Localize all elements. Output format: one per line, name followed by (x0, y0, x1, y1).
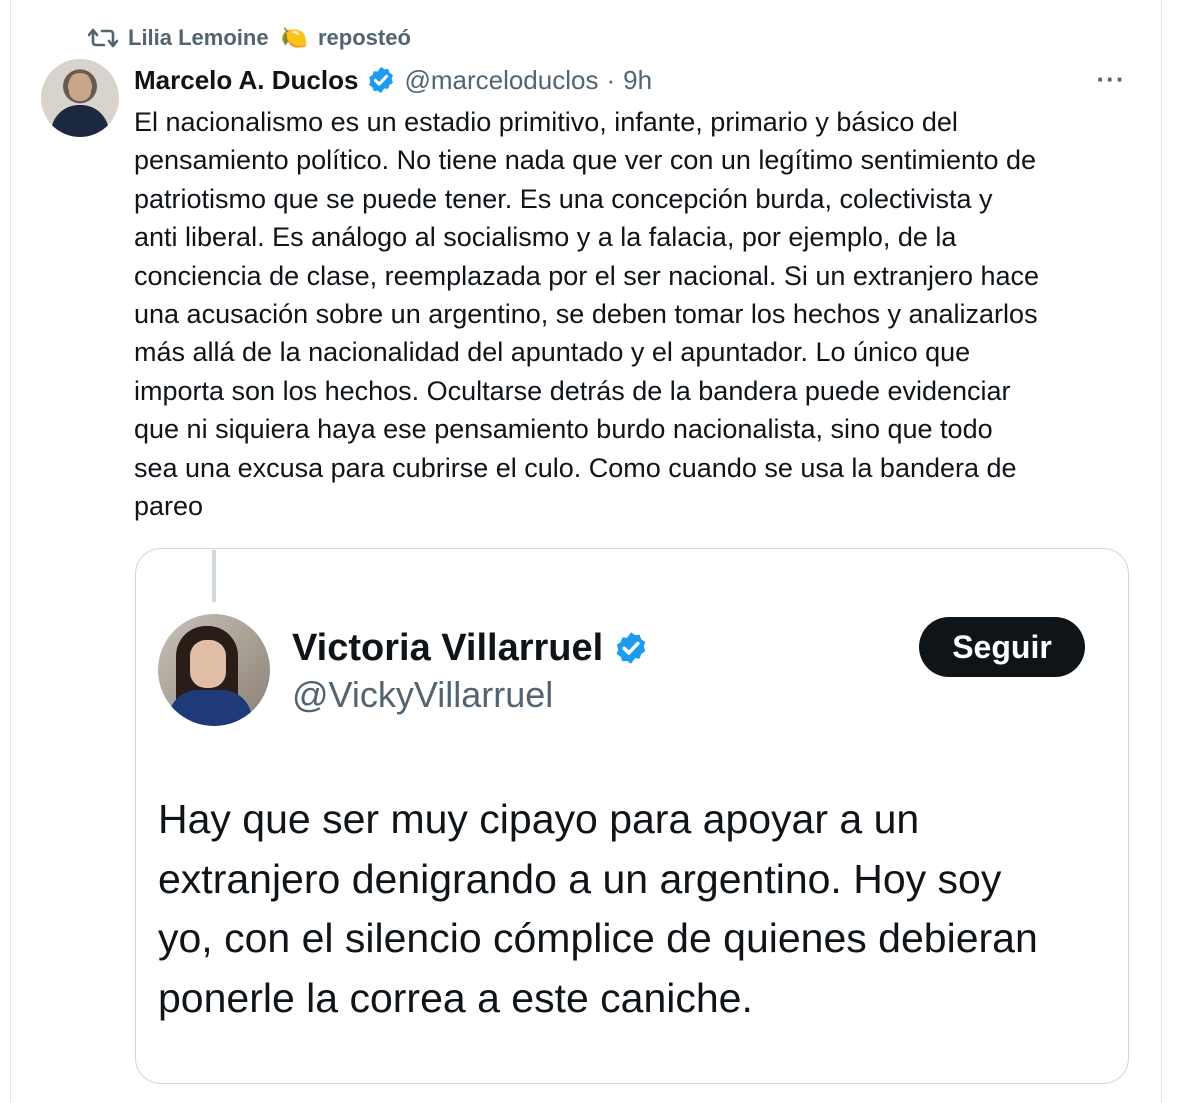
quoted-author-name[interactable]: Victoria Villarruel (292, 627, 603, 670)
repost-icon (88, 28, 118, 48)
lemon-emoji: 🍋 (280, 25, 308, 50)
author-name[interactable]: Marcelo A. Duclos (134, 65, 358, 96)
avatar-suit (51, 105, 109, 137)
quoted-author-header: Victoria Villarruel (292, 624, 649, 672)
author-handle[interactable]: @marceloduclos (404, 65, 598, 96)
follow-button[interactable]: Seguir (919, 617, 1085, 677)
repost-action-label: reposteó (318, 25, 411, 50)
tweet-body-text: El nacionalismo es un estadio primitivo,… (134, 107, 1040, 522)
thread-connector-line (212, 550, 216, 602)
reposter-name[interactable]: Lilia Lemoine (128, 25, 269, 51)
author-avatar[interactable] (41, 59, 119, 137)
separator-dot: · (606, 64, 616, 95)
repost-context[interactable]: Lilia Lemoine 🍋 reposteó (88, 22, 411, 54)
verified-badge-icon (616, 632, 646, 664)
avatar-face (190, 640, 226, 688)
more-options-icon[interactable]: ··· (1094, 64, 1128, 94)
tweet-header: Marcelo A. Duclos @marceloduclos · 9h (134, 60, 652, 100)
avatar-blazer (168, 690, 252, 726)
tweet-timestamp[interactable]: 9h (623, 65, 652, 96)
avatar-face (69, 73, 91, 101)
quoted-author-handle[interactable]: @VickyVillarruel (292, 674, 553, 716)
quoted-tweet-text: Hay que ser muy cipayo para apoyar a un … (158, 796, 1038, 1021)
verified-badge-icon (369, 66, 394, 94)
quoted-author-avatar[interactable] (158, 614, 270, 726)
